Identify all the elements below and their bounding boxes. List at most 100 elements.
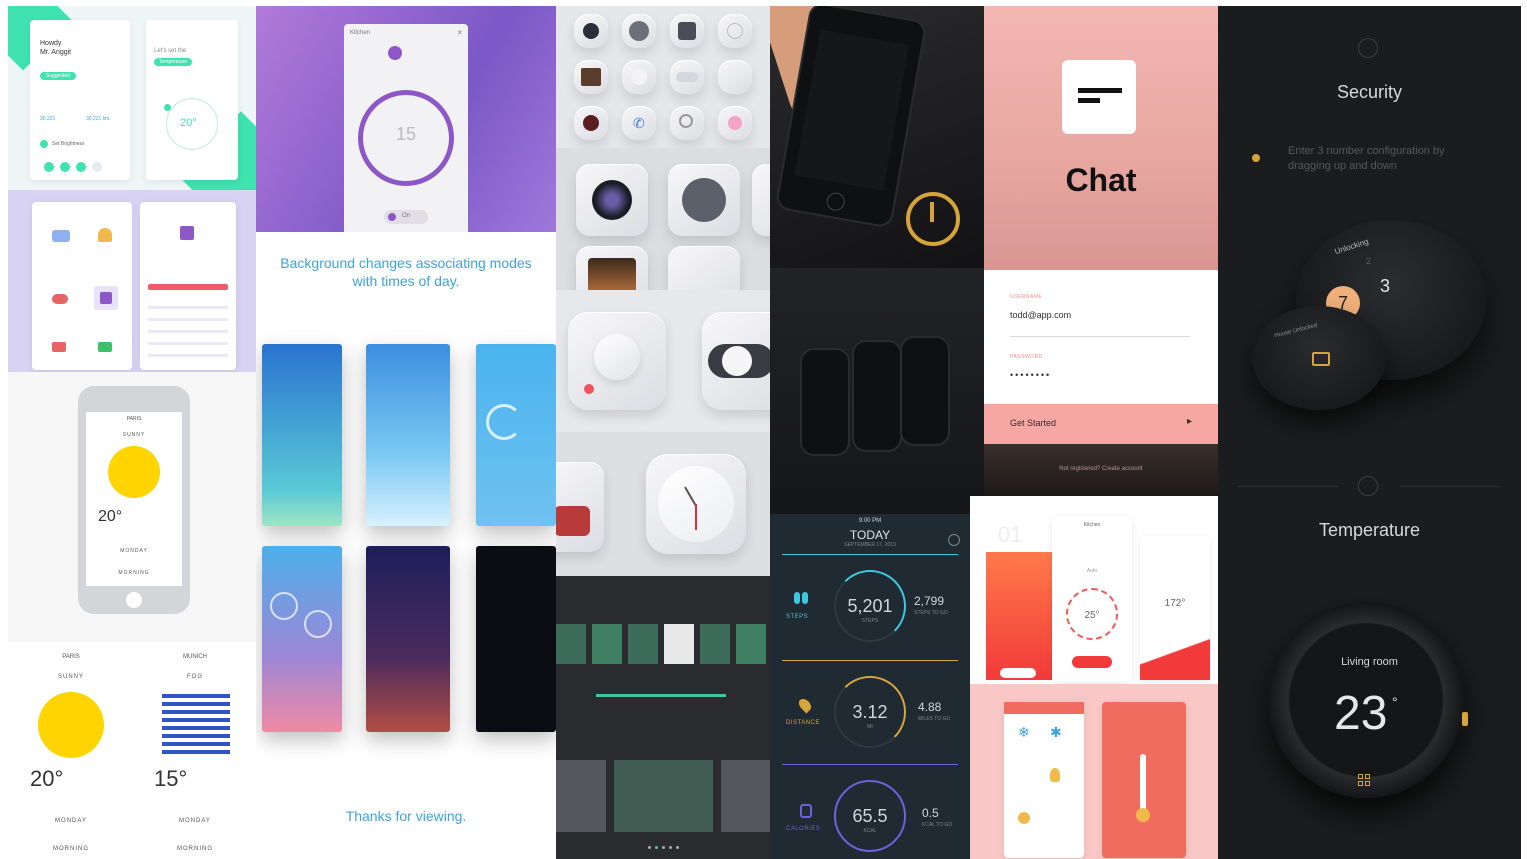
action-bar[interactable] bbox=[148, 284, 228, 290]
security-title: Security bbox=[1336, 82, 1403, 102]
user-name: Mr. Anggit bbox=[40, 49, 72, 56]
phone-icon[interactable]: ✆ bbox=[622, 106, 656, 140]
bed-icon[interactable] bbox=[52, 230, 70, 242]
photo[interactable] bbox=[556, 760, 606, 832]
power-icon[interactable] bbox=[906, 192, 960, 246]
snowflake-icon[interactable]: ❄ bbox=[1018, 724, 1030, 741]
thermostat-card: Let's set the Temperature 20° bbox=[146, 20, 238, 180]
row-side-sub: KCAL TO GO bbox=[922, 822, 953, 828]
switch-knob[interactable] bbox=[702, 312, 770, 410]
calculator-icon[interactable] bbox=[670, 14, 704, 48]
weather-card-munich: MUNICH FOG 15° MONDAY MORNING bbox=[136, 642, 254, 859]
clock-icon[interactable] bbox=[718, 14, 752, 48]
suggested-pill[interactable]: Suggested bbox=[40, 72, 76, 80]
compass-icon[interactable] bbox=[668, 164, 740, 236]
thermostat-value: 20° bbox=[180, 117, 197, 129]
page-dot[interactable] bbox=[662, 846, 665, 849]
device-row[interactable] bbox=[148, 306, 228, 309]
device-row[interactable] bbox=[148, 330, 228, 333]
divider bbox=[782, 660, 958, 661]
card-title: Kitchen bbox=[1083, 522, 1101, 528]
photo-selected[interactable] bbox=[613, 760, 713, 832]
get-started-button[interactable]: Get Started ▸ bbox=[984, 404, 1218, 444]
password-input[interactable]: •••••••• bbox=[1010, 370, 1051, 380]
thumbnail[interactable] bbox=[628, 624, 658, 664]
screen-night bbox=[476, 546, 556, 732]
lock-icon bbox=[1358, 38, 1378, 58]
fan-icon[interactable]: ✱ bbox=[1050, 724, 1062, 741]
money-icon[interactable] bbox=[98, 342, 112, 352]
mail-icon[interactable] bbox=[718, 60, 752, 94]
photos-icon[interactable] bbox=[574, 60, 608, 94]
cart-icon[interactable] bbox=[52, 342, 66, 352]
sun-icon bbox=[108, 446, 160, 498]
scrubber[interactable] bbox=[596, 694, 726, 697]
settings-icon[interactable] bbox=[948, 534, 960, 546]
password-label: PASSWORD bbox=[1010, 354, 1043, 360]
toggle-icon[interactable] bbox=[670, 60, 704, 94]
home-button[interactable] bbox=[126, 592, 142, 608]
bell-icon[interactable] bbox=[98, 228, 112, 242]
volume-knob[interactable] bbox=[568, 312, 666, 410]
divider bbox=[782, 554, 958, 555]
device-list-card bbox=[140, 202, 236, 370]
search-icon[interactable] bbox=[670, 106, 704, 140]
clock-icon[interactable] bbox=[646, 454, 746, 554]
dot-icon[interactable] bbox=[76, 162, 86, 172]
room-label: Living room bbox=[1341, 656, 1398, 668]
modes-headline: Background changes associating modes wit… bbox=[280, 255, 532, 289]
power-button[interactable] bbox=[1072, 656, 1112, 668]
light-icon[interactable] bbox=[1018, 812, 1030, 824]
digit-wheel[interactable]: 3 bbox=[1380, 276, 1390, 297]
page-dot[interactable] bbox=[655, 846, 658, 849]
close-icon[interactable]: × bbox=[457, 28, 462, 37]
digit-wheel[interactable]: 2 bbox=[1366, 256, 1371, 266]
page-dot[interactable] bbox=[669, 846, 672, 849]
power-toggle[interactable]: On bbox=[384, 210, 428, 224]
dot-icon[interactable] bbox=[60, 162, 70, 172]
camera-icon[interactable] bbox=[576, 164, 648, 236]
screen-afternoon bbox=[476, 344, 556, 526]
grid-icon[interactable] bbox=[1358, 774, 1372, 788]
ring-handle[interactable] bbox=[164, 104, 171, 111]
thumbnail-selected[interactable] bbox=[664, 624, 694, 664]
music-icon[interactable] bbox=[574, 106, 608, 140]
temperature-pill[interactable]: Temperature bbox=[154, 58, 193, 66]
device-row[interactable] bbox=[148, 318, 228, 321]
mode-icon[interactable] bbox=[388, 46, 402, 60]
oven-card: 172° bbox=[1140, 536, 1210, 680]
thumbnail[interactable] bbox=[700, 624, 730, 664]
page-dot[interactable] bbox=[648, 846, 651, 849]
device-rows bbox=[148, 306, 228, 357]
red-panel bbox=[986, 552, 1052, 680]
device-row[interactable] bbox=[148, 342, 228, 345]
dial-handle[interactable] bbox=[1462, 712, 1468, 726]
compass-icon[interactable] bbox=[622, 14, 656, 48]
dial-icon[interactable] bbox=[622, 60, 656, 94]
dot-icon[interactable] bbox=[92, 162, 102, 172]
thumbnail[interactable] bbox=[736, 624, 766, 664]
thumbnail[interactable] bbox=[556, 624, 586, 664]
tile-clock-icons bbox=[556, 432, 770, 576]
status-clock: 9:00 PM bbox=[858, 518, 882, 524]
camera-icon[interactable] bbox=[574, 14, 608, 48]
calculator-icon[interactable] bbox=[752, 164, 770, 236]
record-icon[interactable] bbox=[718, 106, 752, 140]
page-dot[interactable] bbox=[676, 846, 679, 849]
dial-icon[interactable] bbox=[668, 246, 740, 290]
sofa-icon[interactable] bbox=[52, 294, 68, 304]
thumbnail[interactable] bbox=[592, 624, 622, 664]
bulb-icon[interactable] bbox=[1050, 768, 1060, 782]
username-input[interactable]: todd@app.com bbox=[1010, 310, 1071, 320]
screen-evening bbox=[262, 546, 342, 732]
sun-icon bbox=[38, 692, 104, 758]
oven-value: 172° bbox=[1164, 598, 1186, 609]
dot-icon[interactable] bbox=[44, 162, 54, 172]
calculator-icon[interactable] bbox=[556, 462, 604, 552]
device-row[interactable] bbox=[148, 354, 228, 357]
thermometer-card bbox=[1102, 702, 1186, 858]
photo[interactable] bbox=[720, 760, 770, 832]
thermometer-bulb bbox=[1136, 808, 1150, 822]
register-link[interactable]: Not registered? Create account bbox=[984, 466, 1218, 472]
photos-icon[interactable] bbox=[576, 246, 648, 290]
